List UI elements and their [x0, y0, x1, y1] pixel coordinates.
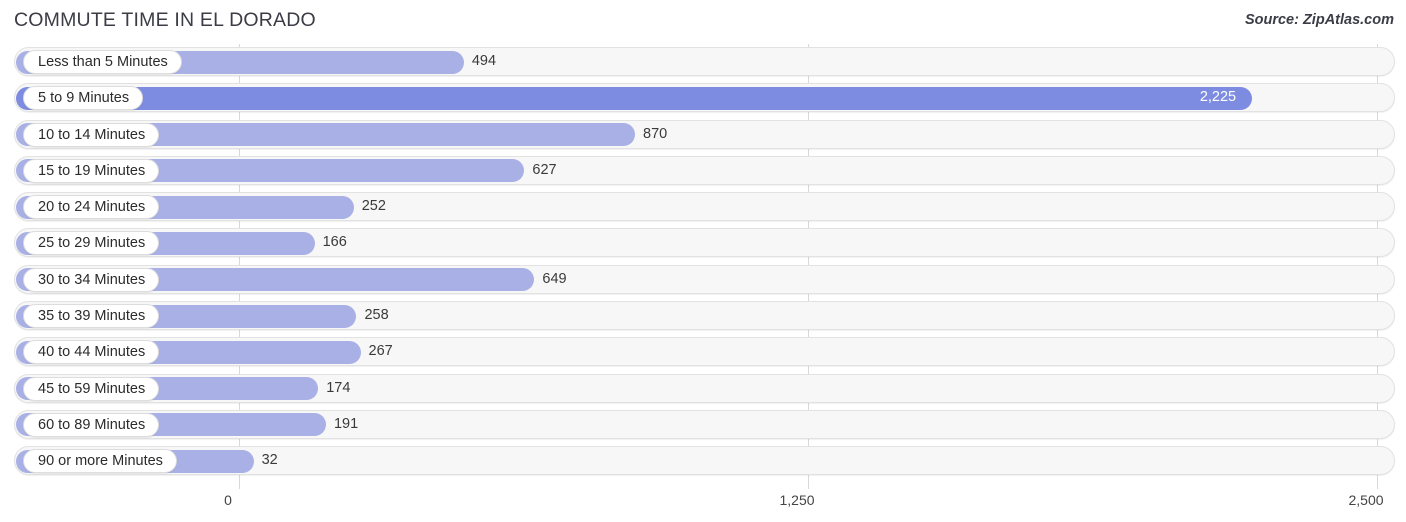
bar-value-label: 252: [361, 198, 386, 215]
page-title: COMMUTE TIME IN EL DORADO: [14, 9, 316, 31]
bar-category-label: 15 to 19 Minutes: [23, 158, 160, 183]
bar-category-label: 5 to 9 Minutes: [23, 86, 144, 111]
bar-value-label: 649: [542, 270, 567, 287]
bar-category-text: 25 to 29 Minutes: [38, 235, 146, 252]
bar-category-label: 30 to 34 Minutes: [23, 267, 160, 292]
bar-category-label: 20 to 24 Minutes: [23, 195, 160, 220]
bar-row: 20 to 24 Minutes 252: [0, 189, 1406, 225]
bar-value-label: 870: [643, 125, 668, 142]
bar-row: Less than 5 Minutes 494: [0, 44, 1406, 80]
bar-category-text: 15 to 19 Minutes: [38, 162, 146, 179]
bar-category-text: 35 to 39 Minutes: [38, 308, 146, 325]
bar-category-text: Less than 5 Minutes: [38, 54, 168, 70]
chart-header: COMMUTE TIME IN EL DORADO Source: ZipAtl…: [0, 0, 1406, 44]
bar-row: 25 to 29 Minutes 166: [0, 225, 1406, 261]
x-axis-tick-label: 2,500: [1348, 492, 1384, 508]
bar-category-text: 30 to 34 Minutes: [38, 271, 146, 288]
bar-row: 40 to 44 Minutes 267: [0, 334, 1406, 370]
bar-value-label: 191: [333, 415, 359, 432]
bar-category-text: 10 to 14 Minutes: [38, 126, 146, 143]
bar-category-label: 90 or more Minutes: [23, 449, 177, 474]
bar-value-label: 2,225: [1199, 89, 1237, 106]
x-axis-tick-label: 0: [224, 492, 232, 508]
bar-value-label: 627: [532, 161, 557, 178]
bar-row: 30 to 34 Minutes 649: [0, 262, 1406, 298]
bar-category-label: 35 to 39 Minutes: [23, 304, 160, 329]
bar-value-label: 267: [368, 343, 393, 360]
bar-category-label: 25 to 29 Minutes: [23, 231, 160, 256]
bar-row: 5 to 9 Minutes 2,225: [0, 80, 1406, 116]
chart-plot-area: Less than 5 Minutes 494 5 to 9 Minutes 2,22…: [0, 44, 1406, 489]
bar-value-label: 174: [326, 379, 351, 396]
bar-category-text: 60 to 89 Minutes: [38, 416, 146, 433]
bar-row: 10 to 14 Minutes 870: [0, 117, 1406, 153]
bar-value-label: 166: [322, 234, 347, 251]
bar-category-label: 60 to 89 Minutes: [23, 412, 160, 437]
bar-category-text: 40 to 44 Minutes: [38, 344, 146, 361]
bar-category-text: 20 to 24 Minutes: [38, 199, 146, 216]
bar-category-label: Less than 5 Minutes: [23, 50, 182, 74]
source-label: Source: ZipAtlas.com: [1244, 12, 1394, 28]
bar-row: 35 to 39 Minutes 258: [0, 298, 1406, 334]
bar-category-text: 45 to 59 Minutes: [38, 380, 146, 397]
x-axis-tick-label: 1,250: [779, 492, 815, 508]
bar-row: 60 to 89 Minutes 191: [0, 407, 1406, 443]
bar-row: 45 to 59 Minutes 174: [0, 371, 1406, 407]
bar-rows: Less than 5 Minutes 494 5 to 9 Minutes 2,22…: [0, 44, 1406, 480]
bar-row: 15 to 19 Minutes 627: [0, 153, 1406, 189]
bar[interactable]: [16, 86, 1252, 110]
bar-category-label: 45 to 59 Minutes: [23, 376, 160, 401]
bar-value-label: 494: [471, 53, 497, 69]
bar-value-label: 258: [364, 307, 389, 324]
x-axis: 0 1,250 2,500: [0, 481, 1406, 522]
bar-category-text: 5 to 9 Minutes: [38, 90, 130, 107]
bar-row: 90 or more Minutes 32: [0, 443, 1406, 479]
bar-category-text: 90 or more Minutes: [38, 453, 163, 470]
bar-category-label: 40 to 44 Minutes: [23, 340, 160, 365]
bar-category-label: 10 to 14 Minutes: [23, 122, 160, 147]
bar-value-label: 32: [261, 452, 278, 469]
